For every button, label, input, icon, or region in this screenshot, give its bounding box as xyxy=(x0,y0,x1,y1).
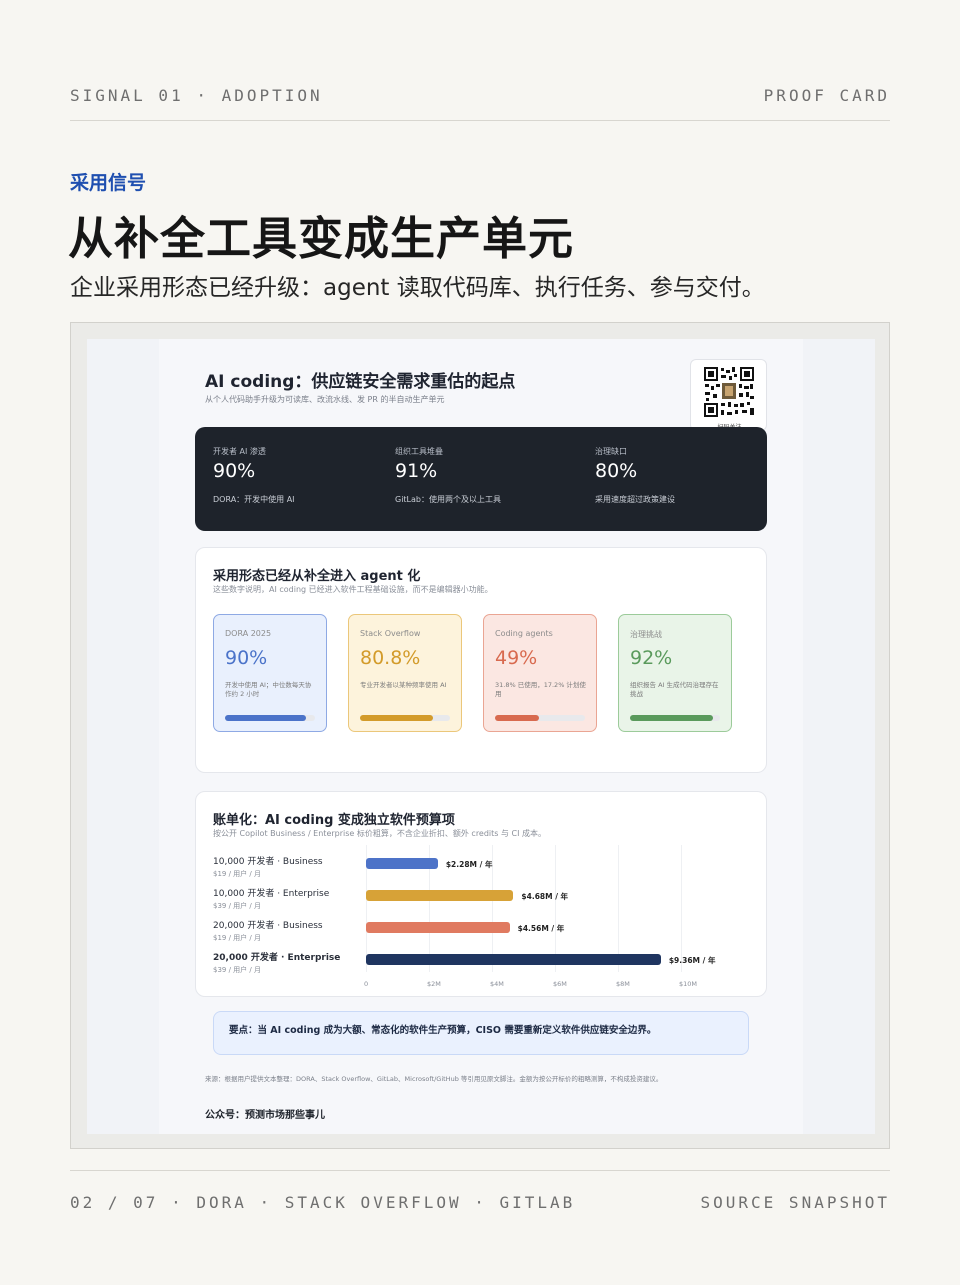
stat-note: 采用速度超过政策建设 xyxy=(595,495,675,504)
card-type-label: PROOF CARD xyxy=(763,86,890,105)
tile-progress-fill xyxy=(630,715,713,721)
budget-bar-value: $2.28M / 年 xyxy=(445,860,493,869)
key-point-text: 要点：当 AI coding 成为大额、常态化的软件生产预算，CISO 需要重新… xyxy=(229,1025,657,1036)
budget-bar xyxy=(366,922,510,933)
budget-bar-value: $4.68M / 年 xyxy=(521,892,569,901)
budget-title: 账单化：AI coding 变成独立软件预算项 xyxy=(213,813,455,828)
tile-progress-fill xyxy=(360,715,433,721)
stat-value: 80% xyxy=(595,460,638,482)
tile-note: 31.8% 已使用，17.2% 计划使用 xyxy=(495,681,586,698)
budget-tick-label: $4M xyxy=(490,980,504,988)
budget-gridline xyxy=(618,845,619,972)
tile-governance: 治理挑战 92% 组织报告 AI 生成代码治理存在挑战 xyxy=(618,614,732,732)
tile-progress-track xyxy=(630,715,720,721)
stat-label: 治理缺口 xyxy=(595,447,627,456)
bottom-bar: 02 / 07 · DORA · STACK OVERFLOW · GITLAB… xyxy=(70,1193,890,1215)
adoption-card: 采用形态已经从补全进入 agent 化 这些数字说明，AI coding 已经进… xyxy=(195,547,767,773)
tile-progress-fill xyxy=(225,715,306,721)
source-note: 来源：根据用户提供文本整理：DORA、Stack Overflow、GitLab… xyxy=(205,1075,663,1083)
tile-note: 开发中使用 AI；中位数每天协作约 2 小时 xyxy=(225,681,312,698)
tile-progress-track xyxy=(225,715,315,721)
budget-tick-label: $8M xyxy=(616,980,630,988)
budget-bar-value: $9.36M / 年 xyxy=(668,956,716,965)
adoption-subtitle: 这些数字说明，AI coding 已经进入软件工程基础设施，而不是编辑器小功能。 xyxy=(213,585,493,594)
budget-gridline xyxy=(681,845,682,972)
key-point-callout: 要点：当 AI coding 成为大额、常态化的软件生产预算，CISO 需要重新… xyxy=(213,1011,749,1055)
budget-row-label: 10,000 开发者 · Enterprise xyxy=(213,889,330,899)
tile-value: 49% xyxy=(495,647,538,669)
kicker: 采用信号 xyxy=(70,172,147,194)
qr-code-icon xyxy=(703,366,755,418)
tile-note: 组织报告 AI 生成代码治理存在挑战 xyxy=(630,681,719,698)
tile-progress-track xyxy=(495,715,585,721)
stat-note: DORA：开发中使用 AI xyxy=(213,495,295,504)
stat-value: 91% xyxy=(395,460,438,482)
doc-title: AI coding：供应链安全需求重估的起点 xyxy=(205,372,516,392)
budget-card: 账单化：AI coding 变成独立软件预算项 按公开 Copilot Busi… xyxy=(195,791,767,997)
budget-row-label: 10,000 开发者 · Business xyxy=(213,857,323,867)
adoption-title: 采用形态已经从补全进入 agent 化 xyxy=(213,569,421,584)
tile-label: DORA 2025 xyxy=(225,629,272,638)
headline: 从补全工具变成生产单元 xyxy=(68,212,575,265)
screenshot-frame: AI coding：供应链安全需求重估的起点 从个人代码助手升级为可读库、改流水… xyxy=(70,322,890,1149)
snapshot-label: SOURCE SNAPSHOT xyxy=(700,1193,890,1212)
budget-row-label: 20,000 开发者 · Enterprise xyxy=(213,953,341,963)
budget-row-price: $19 / 用户 / 月 xyxy=(213,934,261,942)
budget-tick-label: $6M xyxy=(553,980,567,988)
tile-dora: DORA 2025 90% 开发中使用 AI；中位数每天协作约 2 小时 xyxy=(213,614,327,732)
tile-value: 80.8% xyxy=(360,647,421,669)
budget-row-price: $19 / 用户 / 月 xyxy=(213,870,261,878)
doc-subtitle: 从个人代码助手升级为可读库、改流水线、发 PR 的半自动生产单元 xyxy=(205,395,445,404)
stat-note: GitLab：使用两个及以上工具 xyxy=(395,495,501,504)
budget-tick-label: $10M xyxy=(679,980,698,988)
budget-bar xyxy=(366,954,661,965)
subline: 企业采用形态已经升级：agent 读取代码库、执行任务、参与交付。 xyxy=(70,275,765,301)
qr-code-box: 扫码关注 xyxy=(690,359,767,431)
tile-coding-agents: Coding agents 49% 31.8% 已使用，17.2% 计划使用 xyxy=(483,614,597,732)
signal-label: SIGNAL 01 · ADOPTION xyxy=(70,86,323,105)
top-bar: SIGNAL 01 · ADOPTION PROOF CARD xyxy=(70,86,890,108)
budget-row-price: $39 / 用户 / 月 xyxy=(213,902,261,910)
stat-label: 组织工具堆叠 xyxy=(395,447,443,456)
tile-value: 90% xyxy=(225,647,268,669)
tile-note: 专业开发者以某种频率使用 AI xyxy=(360,681,447,689)
tile-value: 92% xyxy=(630,647,673,669)
stat-value: 90% xyxy=(213,460,256,482)
budget-bar xyxy=(366,858,438,869)
top-divider xyxy=(70,120,890,121)
bottom-divider xyxy=(70,1170,890,1171)
tile-stack-overflow: Stack Overflow 80.8% 专业开发者以某种频率使用 AI xyxy=(348,614,462,732)
tile-progress-track xyxy=(360,715,450,721)
tile-label: Stack Overflow xyxy=(360,629,421,638)
budget-gridline xyxy=(555,845,556,972)
account-label: 公众号：预测市场那些事儿 xyxy=(205,1110,325,1121)
budget-subtitle: 按公开 Copilot Business / Enterprise 标价粗算，不… xyxy=(213,829,547,838)
budget-row-price: $39 / 用户 / 月 xyxy=(213,966,261,974)
stat-label: 开发者 AI 渗透 xyxy=(213,447,266,456)
tile-label: 治理挑战 xyxy=(630,630,662,639)
tile-progress-fill xyxy=(495,715,540,721)
tile-label: Coding agents xyxy=(495,629,553,638)
stats-banner: 开发者 AI 渗透 90% DORA：开发中使用 AI 组织工具堆叠 91% G… xyxy=(195,427,767,531)
screenshot: AI coding：供应链安全需求重估的起点 从个人代码助手升级为可读库、改流水… xyxy=(87,339,875,1134)
budget-tick-label: 0 xyxy=(364,980,369,988)
source-list-label: 02 / 07 · DORA · STACK OVERFLOW · GITLAB xyxy=(70,1193,576,1212)
budget-tick-label: $2M xyxy=(427,980,441,988)
budget-row-label: 20,000 开发者 · Business xyxy=(213,921,323,931)
budget-bar-value: $4.56M / 年 xyxy=(517,924,565,933)
budget-bar xyxy=(366,890,514,901)
